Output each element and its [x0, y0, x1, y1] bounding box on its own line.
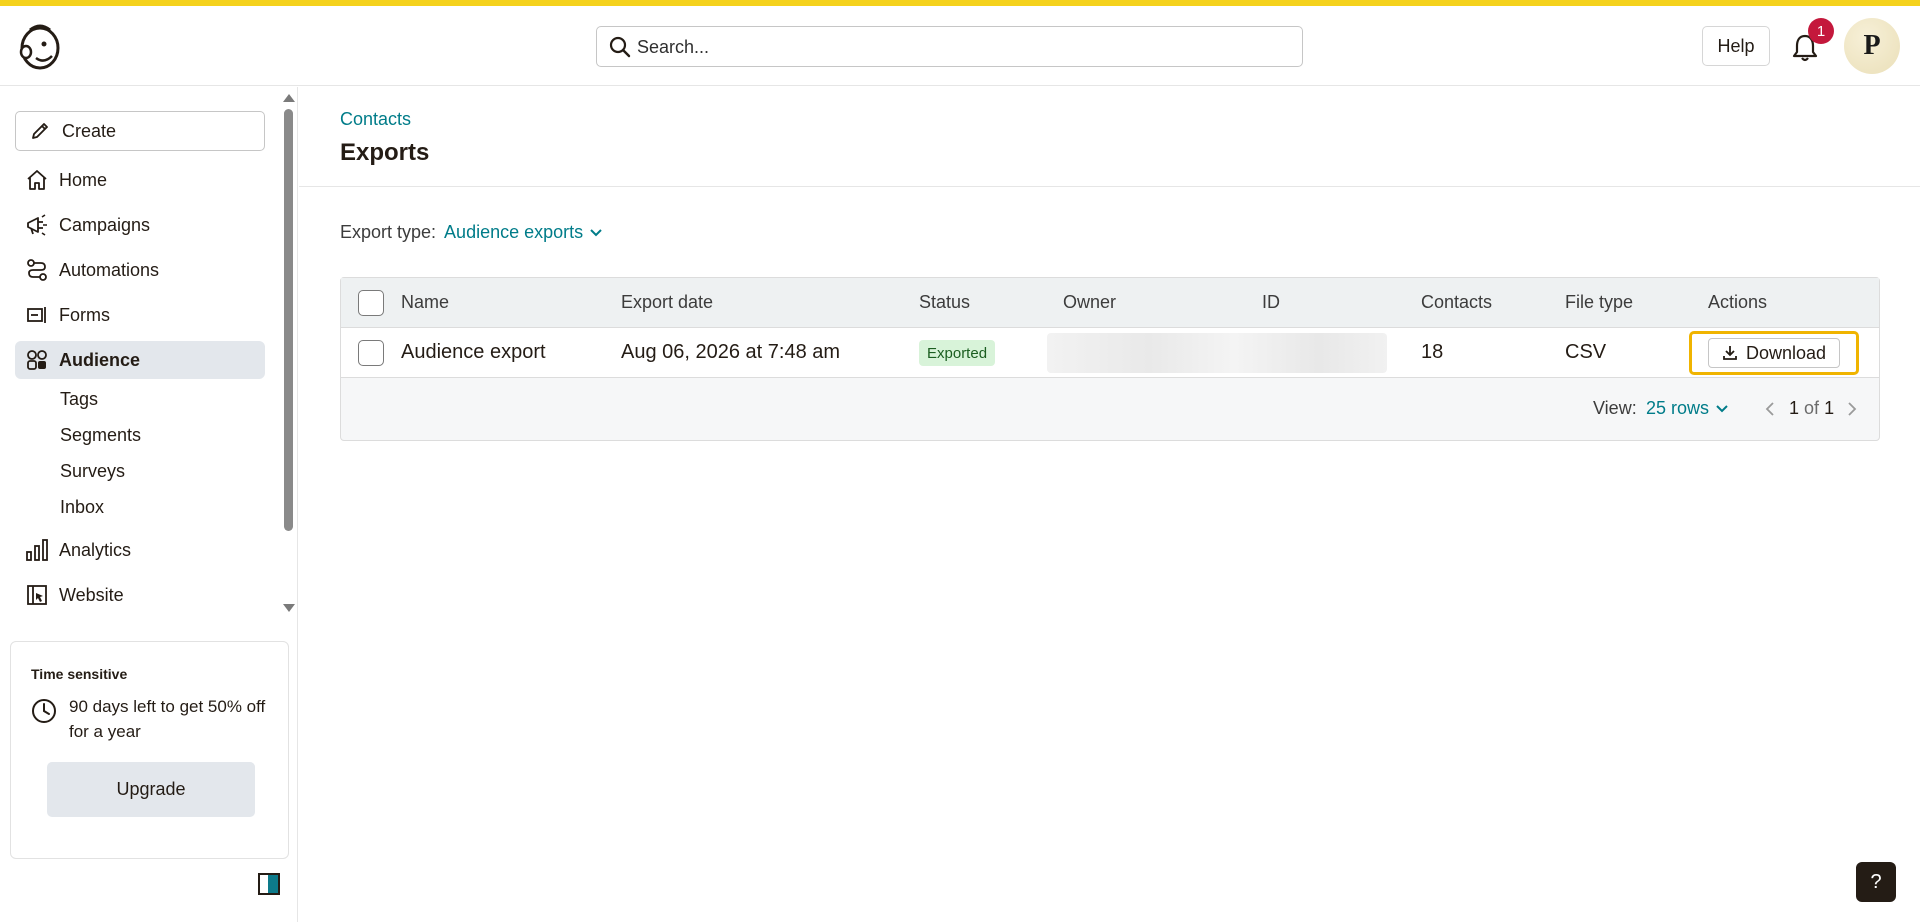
- bar-chart-icon: [25, 538, 49, 562]
- sidebar-subitem-inbox[interactable]: Inbox: [60, 497, 104, 518]
- chevron-left-icon[interactable]: [1761, 400, 1779, 418]
- search-icon: [609, 36, 631, 58]
- notification-badge[interactable]: 1: [1808, 18, 1834, 44]
- row-contacts: 18: [1421, 341, 1444, 363]
- table-footer: View: 25 rows 1 of 1: [341, 378, 1879, 440]
- sidebar-collapse-icon[interactable]: [258, 873, 280, 895]
- row-file-type: CSV: [1565, 341, 1607, 363]
- exports-table: Name Export date Status Owner ID Contact…: [340, 277, 1880, 441]
- sidebar-item-label: Forms: [59, 304, 110, 325]
- page-current: 1: [1789, 398, 1800, 418]
- row-export-date: Aug 06, 2026 at 7:48 am: [621, 341, 841, 363]
- row-name: Audience export: [401, 341, 546, 363]
- rows-per-page-dropdown[interactable]: 25 rows: [1646, 398, 1729, 419]
- sidebar-item-forms[interactable]: Forms: [15, 296, 265, 334]
- main-content: Contacts Exports Export type: Audience e…: [299, 87, 1920, 922]
- sidebar-item-home[interactable]: Home: [15, 161, 265, 199]
- chevron-down-icon: [1716, 404, 1728, 412]
- pagination-status: 1 of 1: [1789, 398, 1834, 419]
- redacted-owner-id: [1047, 333, 1387, 373]
- sidebar-scrollbar-thumb[interactable]: [284, 109, 293, 531]
- export-type-filter: Export type: Audience exports: [340, 222, 603, 243]
- export-type-label: Export type:: [340, 222, 437, 242]
- column-header-contacts[interactable]: Contacts: [1421, 292, 1492, 313]
- sidebar-subitem-tags[interactable]: Tags: [60, 389, 98, 410]
- sidebar-subitem-surveys[interactable]: Surveys: [60, 461, 125, 482]
- sidebar-item-label: Audience: [59, 349, 141, 370]
- home-icon: [25, 168, 49, 192]
- sidebar: Create Home Campaigns Automations Forms …: [0, 87, 298, 922]
- column-header-status[interactable]: Status: [919, 292, 970, 313]
- download-button[interactable]: Download: [1708, 338, 1840, 368]
- upgrade-button[interactable]: Upgrade: [47, 762, 255, 817]
- download-icon: [1723, 346, 1737, 360]
- pencil-icon: [32, 123, 48, 139]
- view-label: View:: [1593, 398, 1637, 418]
- automation-icon: [25, 258, 49, 282]
- sidebar-subitem-segments[interactable]: Segments: [60, 425, 141, 446]
- column-header-owner[interactable]: Owner: [1063, 292, 1116, 313]
- column-header-export-date[interactable]: Export date: [621, 292, 713, 313]
- sidebar-item-campaigns[interactable]: Campaigns: [15, 206, 265, 244]
- column-header-id[interactable]: ID: [1262, 292, 1280, 313]
- select-all-checkbox[interactable]: [358, 290, 384, 316]
- search-bar[interactable]: [596, 26, 1303, 67]
- chevron-down-icon: [590, 228, 602, 236]
- status-badge: Exported: [919, 340, 996, 366]
- scroll-up-arrow[interactable]: [283, 94, 295, 102]
- download-label: Download: [1745, 342, 1827, 363]
- page-title: Exports: [340, 139, 430, 166]
- forms-icon: [25, 303, 49, 327]
- help-fab-button[interactable]: ?: [1856, 862, 1896, 902]
- sidebar-item-label: Website: [59, 584, 124, 605]
- page-of: of: [1804, 398, 1820, 418]
- sidebar-item-label: Home: [59, 169, 108, 190]
- export-type-value: Audience exports: [444, 222, 584, 242]
- title-divider: [299, 186, 1920, 187]
- row-checkbox[interactable]: [358, 340, 384, 366]
- column-header-name[interactable]: Name: [401, 292, 449, 313]
- promo-card: Time sensitive 90 days left to get 50% o…: [10, 641, 289, 859]
- promo-message: 90 days left to get 50% off for a year: [69, 697, 266, 741]
- export-type-dropdown[interactable]: Audience exports: [444, 222, 603, 243]
- sidebar-item-website[interactable]: Website: [15, 576, 265, 614]
- create-button[interactable]: Create: [15, 111, 265, 151]
- sidebar-item-label: Automations: [59, 259, 160, 280]
- search-input[interactable]: [637, 33, 1277, 61]
- column-header-file-type[interactable]: File type: [1565, 292, 1633, 313]
- help-button[interactable]: Help: [1702, 26, 1770, 66]
- scroll-down-arrow[interactable]: [283, 604, 295, 612]
- clock-icon: [32, 699, 56, 723]
- sidebar-item-analytics[interactable]: Analytics: [15, 531, 265, 569]
- megaphone-icon: [25, 213, 49, 237]
- table-row: Audience export Aug 06, 2026 at 7:48 am …: [341, 328, 1879, 378]
- rows-per-page-value: 25 rows: [1646, 398, 1710, 418]
- audience-icon: [25, 348, 49, 372]
- table-header: Name Export date Status Owner ID Contact…: [341, 278, 1879, 328]
- mailchimp-logo-icon[interactable]: [16, 20, 64, 72]
- sidebar-item-automations[interactable]: Automations: [15, 251, 265, 289]
- chevron-right-icon[interactable]: [1843, 400, 1861, 418]
- sidebar-item-label: Campaigns: [59, 214, 151, 235]
- website-icon: [25, 583, 49, 607]
- sidebar-item-label: Analytics: [59, 539, 132, 560]
- top-header: Help 1 P: [0, 6, 1920, 86]
- promo-tag: Time sensitive: [31, 666, 128, 682]
- sidebar-item-audience[interactable]: Audience: [15, 341, 265, 379]
- page-total: 1: [1824, 398, 1835, 418]
- column-header-actions: Actions: [1708, 292, 1768, 312]
- avatar[interactable]: P: [1844, 18, 1900, 74]
- create-label: Create: [62, 120, 117, 141]
- breadcrumb[interactable]: Contacts: [340, 109, 411, 130]
